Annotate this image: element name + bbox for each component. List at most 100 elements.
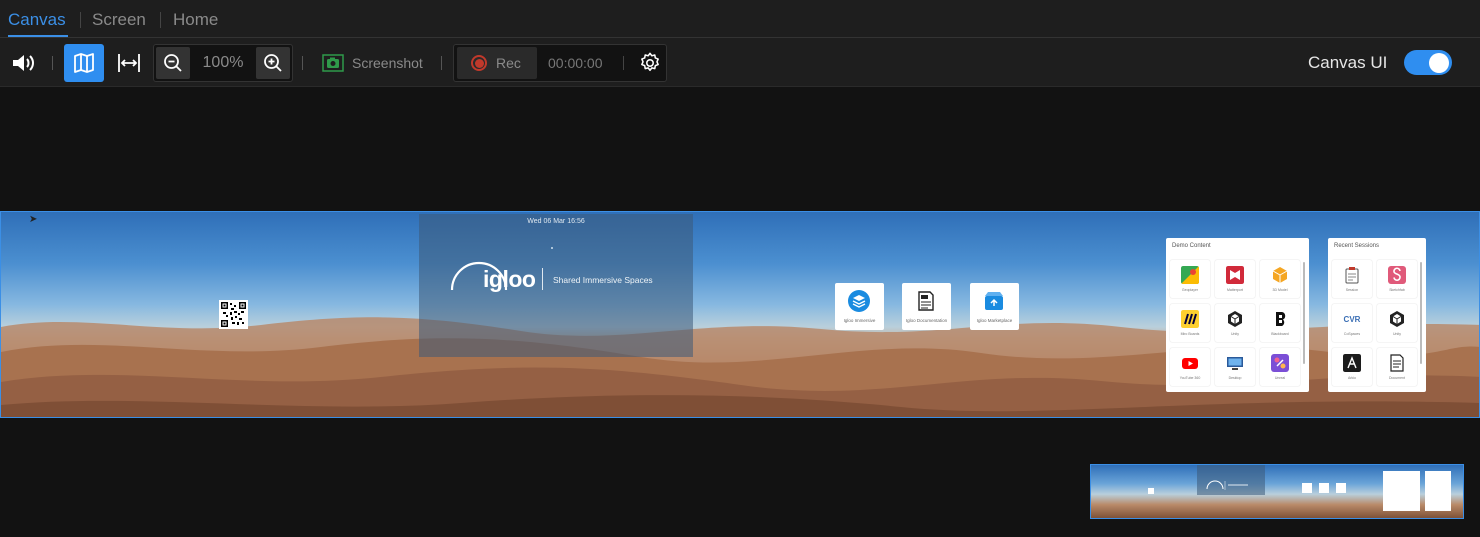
sketchfab-icon (1388, 266, 1406, 284)
mouse-cursor-icon: ➤ (29, 214, 38, 225)
app-label: Igloo Marketplace (976, 318, 1013, 323)
session-item[interactable]: CVR CoSpaces (1332, 304, 1372, 342)
item-label: Desktop (1228, 376, 1242, 380)
item-label: Session (1345, 288, 1359, 292)
minimap-demo-panel (1383, 471, 1420, 511)
recording-control: Rec 00:00:00 (453, 44, 667, 82)
toggle-knob (1429, 52, 1449, 73)
session-item[interactable]: Arkio (1332, 348, 1372, 386)
minimap-app-tile (1319, 483, 1329, 493)
toolbar-separator (441, 56, 442, 70)
item-label: Unity (1231, 332, 1239, 336)
tab-bar: Canvas Screen Home (0, 0, 1480, 38)
panel-title: Demo Content (1172, 243, 1211, 249)
minimap-qr (1148, 488, 1154, 494)
demo-content-panel: Demo Content Geoplayer Matterport 3D Mod… (1166, 238, 1309, 392)
speaker-icon (13, 55, 34, 71)
arrows-horizontal-icon (118, 54, 140, 72)
tab-separator (80, 12, 81, 28)
item-label: Document (1389, 376, 1405, 380)
document-icon (918, 291, 934, 311)
demo-item-3d-model[interactable]: 3D Model (1260, 260, 1300, 298)
logo-divider (542, 268, 543, 290)
panel-scrollbar[interactable] (1303, 262, 1305, 364)
tab-separator (160, 12, 161, 28)
demo-item-unreal[interactable]: Unreal (1260, 348, 1300, 386)
welcome-panel: Wed 06 Mar 16:56 igloo Shared Immersive … (419, 214, 693, 357)
demo-item-blackboard[interactable]: Blackboard (1260, 304, 1300, 342)
gear-icon (641, 52, 659, 72)
unreal-icon (1271, 354, 1289, 372)
demo-item-desktop[interactable]: Desktop (1215, 348, 1255, 386)
canvas-ui-label: Canvas UI (1308, 53, 1388, 72)
tab-screen[interactable]: Screen (92, 10, 146, 30)
canvas-ui-toggle[interactable] (1404, 50, 1452, 75)
item-label: Blackboard (1271, 332, 1289, 336)
app-label: Igloo Documentation (905, 318, 948, 323)
demo-item-matterport[interactable]: Matterport (1215, 260, 1255, 298)
date-time: Wed 06 Mar 16:56 (527, 218, 585, 225)
minimap-sessions-panel (1425, 471, 1451, 511)
clipboard-icon (1345, 267, 1359, 284)
zoom-in-button[interactable] (256, 47, 290, 79)
miro-icon (1181, 310, 1199, 328)
unity-icon (1228, 311, 1242, 327)
zoom-out-icon (164, 54, 182, 72)
desktop-icon (1227, 357, 1243, 370)
item-label: Sketchfab (1389, 288, 1405, 292)
demo-item-geoplayer[interactable]: Geoplayer (1170, 260, 1210, 298)
decorative-dot (551, 247, 553, 249)
minimap-welcome-panel (1197, 465, 1265, 495)
toolbar-separator (52, 56, 53, 70)
zoom-in-icon (264, 54, 282, 72)
zoom-control: 100% (153, 44, 293, 82)
record-label: Rec (496, 55, 521, 71)
record-button[interactable]: Rec (457, 47, 537, 79)
demo-item-youtube[interactable]: YouTube 360 (1170, 348, 1210, 386)
canvas-panorama[interactable]: ➤ Wed 06 Mar 16:56 igloo Shared Immersiv… (0, 211, 1480, 418)
active-tab-indicator (8, 35, 68, 37)
svg-text:CVR: CVR (1344, 315, 1361, 324)
item-label: Unity (1393, 332, 1401, 336)
cvr-icon: CVR (1344, 315, 1361, 324)
demo-item-unity[interactable]: Unity (1215, 304, 1255, 342)
app-igloo-immersive[interactable]: Igloo Immersive (835, 283, 884, 330)
panel-scrollbar[interactable] (1420, 262, 1422, 364)
layers-icon (848, 290, 870, 312)
zoom-level: 100% (202, 54, 244, 71)
session-item[interactable]: Session (1332, 260, 1372, 298)
record-icon (471, 55, 487, 71)
record-timer: 00:00:00 (548, 55, 603, 71)
volume-button[interactable] (6, 44, 42, 82)
item-label: CoSpaces (1343, 332, 1361, 336)
session-item[interactable]: Sketchfab (1377, 260, 1417, 298)
zoom-out-button[interactable] (156, 47, 190, 79)
cube-icon (1272, 267, 1288, 283)
qr-code-icon (221, 302, 246, 327)
tab-home[interactable]: Home (173, 10, 218, 30)
matterport-icon (1226, 266, 1244, 284)
map-view-button[interactable] (64, 44, 104, 82)
item-label: Arkio (1348, 376, 1356, 380)
settings-button[interactable] (633, 46, 667, 80)
demo-item-miro[interactable]: Miro Boards (1170, 304, 1210, 342)
app-igloo-marketplace[interactable]: Igloo Marketplace (970, 283, 1019, 330)
item-label: Geoplayer (1181, 288, 1199, 292)
item-label: Miro Boards (1180, 332, 1200, 336)
minimap-app-tile (1302, 483, 1312, 493)
tab-canvas[interactable]: Canvas (8, 10, 66, 30)
minimap-app-tile (1336, 483, 1346, 493)
session-item[interactable]: Document (1377, 348, 1417, 386)
blackboard-icon (1276, 312, 1286, 326)
session-item[interactable]: Unity (1377, 304, 1417, 342)
canvas-minimap[interactable] (1090, 464, 1464, 519)
app-igloo-documentation[interactable]: Igloo Documentation (902, 283, 951, 330)
fit-width-button[interactable] (112, 44, 146, 82)
item-label: 3D Model (1272, 288, 1288, 292)
igloo-logo-icon (1206, 480, 1248, 490)
screenshot-button[interactable]: Screenshot (322, 44, 432, 82)
qr-code[interactable] (219, 300, 248, 329)
toolbar-separator (623, 56, 624, 70)
recent-sessions-panel: Recent Sessions Session Sketchfab CVR Co… (1328, 238, 1426, 392)
map-pin-icon (1181, 266, 1199, 284)
